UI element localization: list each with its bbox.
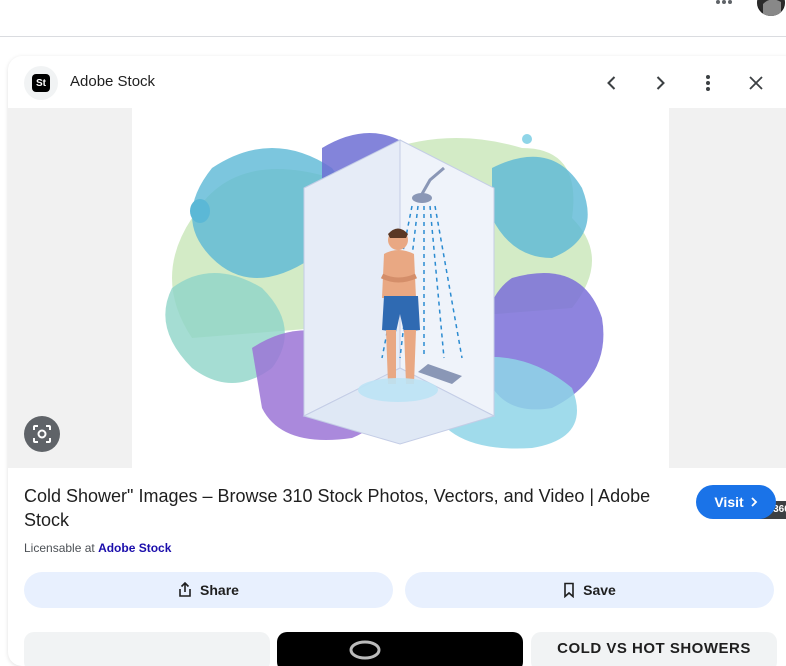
adobe-stock-logo-icon: St [32,74,50,92]
license-link[interactable]: Adobe Stock [98,541,171,555]
panel-header: St Adobe Stock [8,56,786,108]
avatar[interactable] [757,0,785,16]
share-label: Share [200,582,239,598]
save-button[interactable]: Save [405,572,774,608]
bookmark-icon [564,582,574,598]
share-icon [179,582,191,597]
related-image-2[interactable] [277,632,523,666]
more-vert-icon [706,75,710,91]
visit-button[interactable]: Visit [696,485,776,519]
related-image-3-caption: COLD VS HOT SHOWERS [557,640,751,657]
top-bar [0,0,786,37]
avatar-photo-icon [757,0,785,16]
license-prefix: Licensable at [24,541,95,555]
visit-label: Visit [714,494,744,510]
site-favicon[interactable]: St [24,66,58,100]
google-lens-button[interactable] [24,416,60,452]
related-image-2-graphic [349,640,381,660]
apps-grid-button[interactable] [712,0,736,12]
image-preview-panel: St Adobe Stock 36 Cold Shower" Images – … [8,56,786,666]
image-area: 537 × 360 [8,108,786,519]
related-image-3[interactable]: COLD VS HOT SHOWERS [531,632,777,666]
preview-image[interactable] [132,108,669,468]
chevron-left-icon [607,76,616,90]
apps-grid-icon [716,0,732,4]
next-button[interactable] [645,68,675,98]
save-label: Save [583,582,616,598]
lens-icon [33,425,51,443]
share-button[interactable]: Share [24,572,393,608]
close-button[interactable] [741,68,771,98]
result-title[interactable]: Cold Shower" Images – Browse 310 Stock P… [24,484,664,532]
chevron-right-icon [751,497,757,507]
site-name[interactable]: Adobe Stock [70,73,155,90]
previous-button[interactable] [597,68,627,98]
related-image-1[interactable] [24,632,270,666]
license-info: Licensable at Adobe Stock [24,541,171,555]
close-icon [749,76,763,90]
more-options-button[interactable] [693,68,723,98]
cold-shower-illustration [165,133,604,449]
chevron-right-icon [656,76,665,90]
